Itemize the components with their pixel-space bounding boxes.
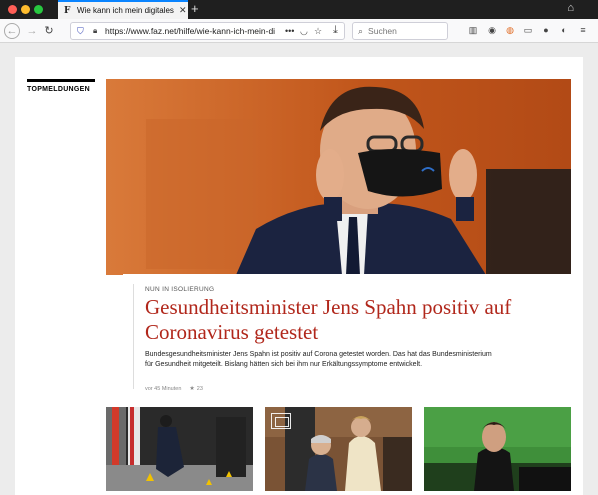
pianist-illustration (424, 407, 571, 491)
window-titlebar: F Wie kann ich mein digitales Abo ✕ + ⌂ (0, 0, 598, 19)
bookmark-star-icon[interactable]: ☆ (314, 26, 324, 37)
home-icon[interactable]: ⌂ (567, 2, 574, 14)
teaser-image-2[interactable] (265, 407, 412, 491)
download-icon[interactable]: ⤓ (333, 24, 338, 37)
section-label: TOPMELDUNGEN (27, 86, 90, 93)
hero-photo-illustration (106, 79, 571, 275)
pocket-icon[interactable]: ◡ (300, 26, 310, 37)
tracking-shield-icon[interactable]: ⛉ (77, 26, 87, 37)
article-teaser: Bundesgesundheitsminister Jens Spahn ist… (145, 351, 492, 368)
browser-tab[interactable]: F Wie kann ich mein digitales Abo ✕ (58, 0, 188, 19)
article-headline[interactable]: Gesundheitsminister Jens Spahn positiv a… (145, 295, 555, 345)
addon-icon[interactable]: ◍ (503, 23, 517, 37)
article-meta: vor 45 Minuten ★ 23 (145, 385, 203, 393)
new-tab-icon[interactable]: + (191, 1, 199, 17)
close-tab-icon[interactable]: ✕ (179, 5, 187, 16)
extension-icon[interactable]: ◐ (557, 23, 571, 37)
maximize-window-button[interactable] (34, 5, 43, 14)
minimize-window-button[interactable] (21, 5, 30, 14)
page-content: TOPMELDUNGEN NUN IN ISOLIERUNG Gesundhei… (15, 57, 583, 495)
library-icon[interactable]: ▥ (466, 23, 480, 37)
back-icon[interactable]: ← (4, 23, 20, 39)
teaser-image-3[interactable] (424, 407, 571, 491)
comments-link[interactable]: ★ 23 (189, 385, 203, 393)
search-icon: ⌕ (358, 25, 364, 36)
page-actions-icon[interactable]: ••• (285, 26, 297, 36)
close-window-button[interactable] (8, 5, 17, 14)
profile-icon[interactable]: ● (539, 23, 553, 37)
forward-icon[interactable]: → (24, 23, 40, 39)
sidebar-icon[interactable]: ▭ (521, 23, 535, 37)
comment-icon: ★ (189, 386, 195, 392)
card-rule (133, 284, 134, 389)
crime-scene-illustration (106, 407, 253, 491)
reload-icon[interactable]: ↻ (41, 23, 57, 39)
search-placeholder: Suchen (368, 26, 397, 36)
menu-icon[interactable]: ≡ (576, 23, 590, 37)
article-time: vor 45 Minuten (145, 385, 182, 392)
lock-icon[interactable]: 🔒︎ (93, 26, 101, 36)
teaser-image-1[interactable] (106, 407, 253, 491)
account-icon[interactable]: ◉ (485, 23, 499, 37)
address-bar[interactable]: ⛉ 🔒︎ https://www.faz.net/hilfe/wie-kann-… (70, 22, 345, 40)
gallery-icon (271, 413, 291, 429)
url-text[interactable]: https://www.faz.net/hilfe/wie-kann-ich-m… (105, 26, 281, 36)
section-rule (27, 79, 95, 82)
faz-favicon-icon: F (64, 5, 71, 16)
lead-article-card[interactable]: NUN IN ISOLIERUNG Gesundheitsminister Je… (123, 274, 571, 396)
navigation-toolbar: ← → ↻ ⛉ 🔒︎ https://www.faz.net/hilfe/wie… (0, 19, 598, 43)
tab-title: Wie kann ich mein digitales Abo (77, 6, 175, 15)
comment-count: 23 (196, 385, 203, 392)
search-input[interactable]: ⌕ Suchen (352, 22, 448, 40)
hero-image[interactable] (106, 79, 571, 275)
article-kicker: NUN IN ISOLIERUNG (145, 286, 215, 293)
